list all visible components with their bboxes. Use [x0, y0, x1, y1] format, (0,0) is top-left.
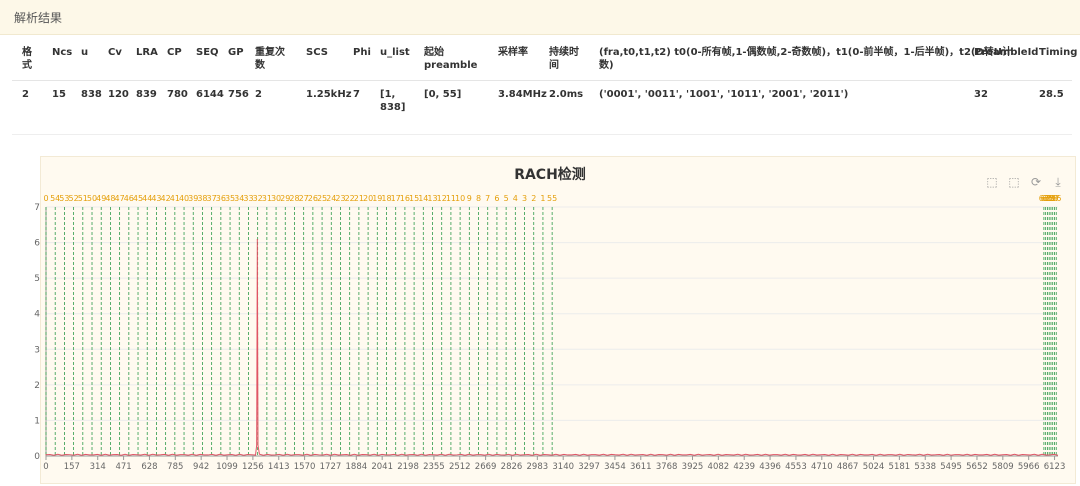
- y-tick-label: 4: [34, 310, 40, 320]
- x-tick-label: 5495: [940, 462, 962, 472]
- x-tick-label: 5338: [914, 462, 936, 472]
- preamble-marker-label: 2: [531, 194, 536, 203]
- preamble-marker-label: 0: [43, 194, 48, 203]
- x-tick-label: 942: [193, 462, 209, 472]
- rach-chart: 012345670 54 53 52 51 50 49 48 47 46 45 44 43 42 41 40 3…: [34, 194, 1066, 472]
- x-tick-label: 3768: [656, 462, 678, 472]
- y-tick-label: 5: [34, 274, 40, 284]
- x-tick-label: 1413: [268, 462, 290, 472]
- x-tick-label: 1099: [216, 462, 238, 472]
- y-tick-label: 3: [34, 345, 40, 355]
- x-tick-label: 6123: [1044, 462, 1066, 472]
- x-tick-label: 628: [141, 462, 157, 472]
- preamble-marker-label: 4: [513, 194, 518, 203]
- x-tick-label: 157: [64, 462, 80, 472]
- y-tick-label: 0: [34, 452, 40, 462]
- x-tick-label: 1256: [242, 462, 264, 472]
- preamble-marker-label: 10: [455, 194, 465, 203]
- x-tick-label: 4239: [733, 462, 755, 472]
- y-tick-label: 6: [34, 239, 40, 249]
- x-tick-label: 5024: [863, 462, 885, 472]
- x-tick-label: 4553: [785, 462, 807, 472]
- x-tick-label: 471: [115, 462, 131, 472]
- x-tick-label: 1570: [294, 462, 316, 472]
- y-tick-label: 2: [34, 381, 40, 391]
- x-tick-label: 4867: [837, 462, 859, 472]
- x-tick-label: 3925: [682, 462, 704, 472]
- preamble-marker-label: 9: [467, 194, 472, 203]
- x-tick-label: 0: [43, 462, 48, 472]
- y-tick-label: 7: [34, 203, 40, 213]
- x-tick-label: 2983: [527, 462, 549, 472]
- x-tick-label: 3140: [552, 462, 574, 472]
- x-tick-label: 5652: [966, 462, 988, 472]
- preamble-marker-label: 55: [547, 194, 557, 203]
- x-tick-label: 2198: [397, 462, 419, 472]
- preamble-marker-label: 5: [504, 194, 509, 203]
- y-tick-label: 1: [34, 416, 40, 426]
- x-tick-label: 3297: [578, 462, 600, 472]
- preamble-marker-label: 6: [494, 194, 499, 203]
- preamble-marker-label: 3: [522, 194, 527, 203]
- x-tick-label: 3611: [630, 462, 652, 472]
- x-tick-label: 5966: [1018, 462, 1040, 472]
- x-tick-label: 4396: [759, 462, 781, 472]
- x-tick-label: 4710: [811, 462, 833, 472]
- x-tick-label: 2826: [501, 462, 523, 472]
- preamble-marker-label: 56: [1051, 194, 1061, 203]
- x-tick-label: 2512: [449, 462, 471, 472]
- x-tick-label: 2669: [475, 462, 497, 472]
- x-tick-label: 785: [167, 462, 183, 472]
- x-tick-label: 1727: [320, 462, 342, 472]
- x-tick-label: 5809: [992, 462, 1014, 472]
- x-tick-label: 1884: [346, 462, 368, 472]
- x-tick-label: 5181: [889, 462, 911, 472]
- x-tick-label: 2041: [371, 462, 393, 472]
- preamble-marker-label: 1: [540, 194, 545, 203]
- x-tick-label: 314: [90, 462, 106, 472]
- x-tick-label: 2355: [423, 462, 445, 472]
- x-tick-label: 4082: [708, 462, 730, 472]
- preamble-marker-label: 7: [485, 194, 490, 203]
- x-tick-label: 3454: [604, 462, 626, 472]
- preamble-marker-label: 8: [476, 194, 481, 203]
